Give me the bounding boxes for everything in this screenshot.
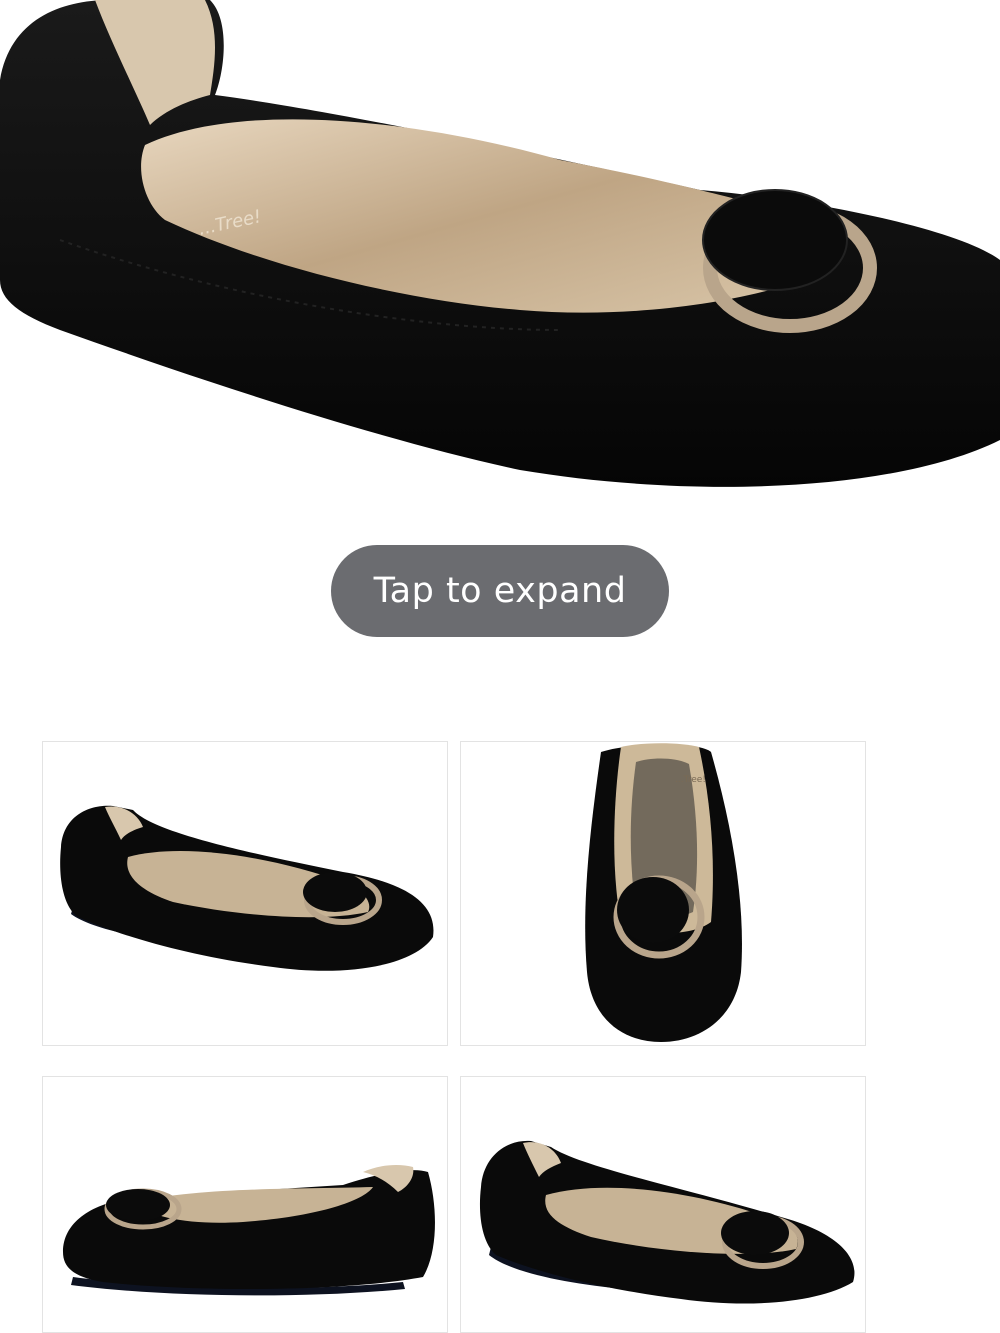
thumbnail-angled-view[interactable] [460, 1076, 866, 1333]
tap-to-expand-label: Tap to expand [373, 571, 627, 611]
thumbnail-side-view[interactable] [42, 741, 448, 1046]
shoe-top-view-image: ...Tree! [585, 743, 742, 1042]
hero-product-image[interactable]: ...Tree! [0, 0, 1000, 520]
shoe-illustration-large: ...Tree! [0, 0, 1000, 487]
thumbnail-inner-side-view[interactable] [42, 1076, 448, 1333]
shoe-inner-side-image [63, 1164, 435, 1296]
thumbnail-top-view[interactable]: ...Tree! [460, 741, 866, 1046]
tap-to-expand-button[interactable]: Tap to expand [331, 545, 669, 637]
shoe-side-view-image [60, 805, 434, 971]
brand-imprint-thumb: ...Tree! [675, 775, 706, 785]
shoe-angled-view-image [479, 1140, 855, 1304]
